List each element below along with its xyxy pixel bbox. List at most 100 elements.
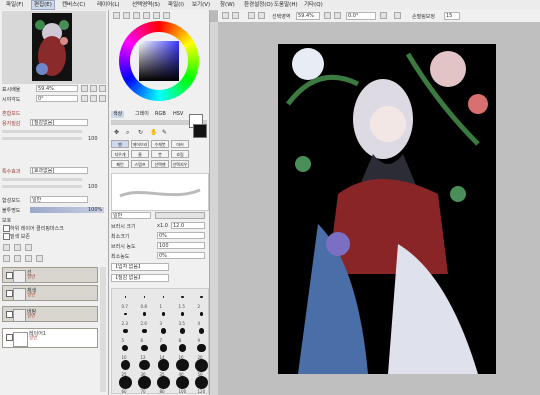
color-mode-button[interactable] xyxy=(163,12,170,19)
tool-marker[interactable]: 마커 xyxy=(171,140,189,148)
brush-size-dot[interactable] xyxy=(195,375,208,389)
hand-tool-icon[interactable]: ✋ xyxy=(150,129,157,136)
brush-size-dot[interactable] xyxy=(198,328,205,334)
brush-size-dot[interactable] xyxy=(199,312,204,316)
merge-down-button[interactable] xyxy=(14,255,21,262)
invert-selection-button[interactable] xyxy=(232,12,239,19)
brush-size-dot[interactable] xyxy=(138,375,151,389)
brush-size-dot[interactable] xyxy=(200,295,203,299)
brush-size-dot[interactable] xyxy=(122,344,129,351)
new-layer-button[interactable] xyxy=(3,244,10,251)
primary-color-swatch[interactable] xyxy=(193,124,207,138)
tool-water[interactable]: 물 xyxy=(131,150,149,158)
zoom-in-button[interactable] xyxy=(258,12,265,19)
menu-file[interactable]: 파일(F) xyxy=(4,1,26,9)
layer-visibility-checkbox[interactable] xyxy=(6,272,13,279)
nav-zoom-field[interactable]: 59.4% xyxy=(36,85,78,92)
menu-edit[interactable]: 편집(E) xyxy=(31,0,55,10)
min-density-field[interactable]: 0% xyxy=(157,252,205,259)
color-mode-button[interactable] xyxy=(153,12,160,19)
color-mode-button[interactable] xyxy=(143,12,150,19)
canvas-artwork[interactable] xyxy=(278,44,496,374)
layer-scrollbar[interactable] xyxy=(100,267,106,392)
rotate-right-button[interactable] xyxy=(334,12,341,19)
brush-size-dot[interactable] xyxy=(181,295,184,299)
menu-selection[interactable]: 선택영역(S) xyxy=(130,1,162,9)
tool-brush[interactable]: 붓 xyxy=(151,150,169,158)
tab-rgb[interactable]: RGB xyxy=(153,111,168,118)
menu-view[interactable]: 보기(V) xyxy=(190,1,212,9)
brush-shape-selector[interactable] xyxy=(155,212,205,219)
brush-size-dot[interactable] xyxy=(197,343,206,353)
effect-width-slider[interactable] xyxy=(2,178,82,181)
eyedropper-icon[interactable]: ✎ xyxy=(162,129,167,136)
color-wheel[interactable] xyxy=(119,21,199,101)
brush-size-dot[interactable] xyxy=(157,375,170,389)
layer-row[interactable]: 채색 일반 xyxy=(2,285,98,301)
brush-size-dot[interactable] xyxy=(180,312,185,316)
tool-select-eraser[interactable]: 선택지우개 xyxy=(171,160,189,168)
brush-size-dot[interactable] xyxy=(178,344,187,352)
brush-size-dot[interactable] xyxy=(143,296,146,298)
blend-mode-select[interactable]: 일반 xyxy=(30,196,88,203)
brush-size-dot[interactable] xyxy=(142,312,147,316)
nav-rotate-left-button[interactable] xyxy=(81,95,88,102)
rotate-tool-icon[interactable]: ↻ xyxy=(138,129,143,136)
delete-layer-button[interactable] xyxy=(36,255,43,262)
layer-visibility-checkbox[interactable] xyxy=(6,311,13,318)
nav-zoom-out-button[interactable] xyxy=(81,85,88,92)
tab-gray[interactable]: 그레이 xyxy=(133,111,151,118)
left-scrollbar[interactable] xyxy=(210,22,218,395)
clear-layer-button[interactable] xyxy=(25,255,32,262)
menu-canvas[interactable]: 캔버스(C) xyxy=(60,1,87,9)
tab-hsv[interactable]: HSV xyxy=(171,111,185,118)
brush-shape-select[interactable]: 【입자 없음】 xyxy=(111,263,169,271)
brush-size-grid[interactable]: 0.7 0.8 1 1.5 2 2.3 2.6 3 3.5 4 5 6 7 8 9 10 12 14 16 20 25 3… xyxy=(111,288,209,394)
tool-pen[interactable]: 펜 xyxy=(111,140,129,148)
new-folder-button[interactable] xyxy=(25,244,32,251)
brush-size-dot[interactable] xyxy=(179,328,186,334)
nav-rotate-reset-button[interactable] xyxy=(99,95,106,102)
effect-select[interactable]: [효과없음] xyxy=(30,167,88,174)
layer-visibility-checkbox[interactable] xyxy=(6,334,13,341)
brush-size-dot[interactable] xyxy=(124,296,127,298)
brush-size-mult[interactable]: x1.0 xyxy=(157,223,168,229)
brush-size-dot[interactable] xyxy=(160,328,166,334)
menu-window[interactable]: 창(W) xyxy=(218,1,237,9)
brush-size-dot[interactable] xyxy=(162,296,165,298)
clip-checkbox[interactable] xyxy=(3,225,10,232)
density-field[interactable]: 100 xyxy=(157,242,205,249)
brush-size-dot[interactable] xyxy=(142,328,147,334)
brush-size-dot[interactable] xyxy=(157,359,170,371)
layer-visibility-checkbox[interactable] xyxy=(6,290,13,297)
zoom-tool-icon[interactable]: ⌕ xyxy=(126,129,129,137)
texture-scale-slider[interactable] xyxy=(2,130,82,133)
min-size-field[interactable]: 0% xyxy=(157,232,205,239)
brush-size-dot[interactable] xyxy=(176,375,189,389)
texture-select[interactable]: [질감없음] xyxy=(30,119,88,126)
brush-size-dot[interactable] xyxy=(119,375,132,389)
layer-row-selected[interactable]: 레이어1 일반 xyxy=(2,328,98,348)
brush-size-dot[interactable] xyxy=(139,359,150,371)
deselect-button[interactable] xyxy=(222,12,229,19)
angle-field[interactable]: 0.0° xyxy=(346,12,376,20)
new-vector-layer-button[interactable] xyxy=(14,244,21,251)
nav-angle-field[interactable]: 0° xyxy=(36,95,78,102)
color-square[interactable] xyxy=(139,41,179,81)
brush-size-dot[interactable] xyxy=(141,344,148,352)
nav-rotate-right-button[interactable] xyxy=(90,95,97,102)
layer-row[interactable]: 선 일반 xyxy=(2,267,98,283)
nav-zoom-in-button[interactable] xyxy=(90,85,97,92)
brush-size-dot[interactable] xyxy=(161,312,166,316)
mask-checkbox[interactable] xyxy=(3,233,10,240)
brush-size-dot[interactable] xyxy=(120,360,131,370)
texture-strength-slider[interactable] xyxy=(2,137,82,140)
menu-layer[interactable]: 레이어(L) xyxy=(95,1,122,9)
color-mode-button[interactable] xyxy=(113,12,120,19)
tool-blur[interactable]: 흐림 xyxy=(171,150,189,158)
menu-other[interactable]: 기타(Q) xyxy=(302,1,325,9)
navigator[interactable] xyxy=(2,11,106,84)
stabilizer-field[interactable]: 15 xyxy=(444,12,460,20)
zoom-field[interactable]: 59.4% xyxy=(296,12,320,20)
tool-watercolor[interactable]: 수채붓 xyxy=(151,140,169,148)
